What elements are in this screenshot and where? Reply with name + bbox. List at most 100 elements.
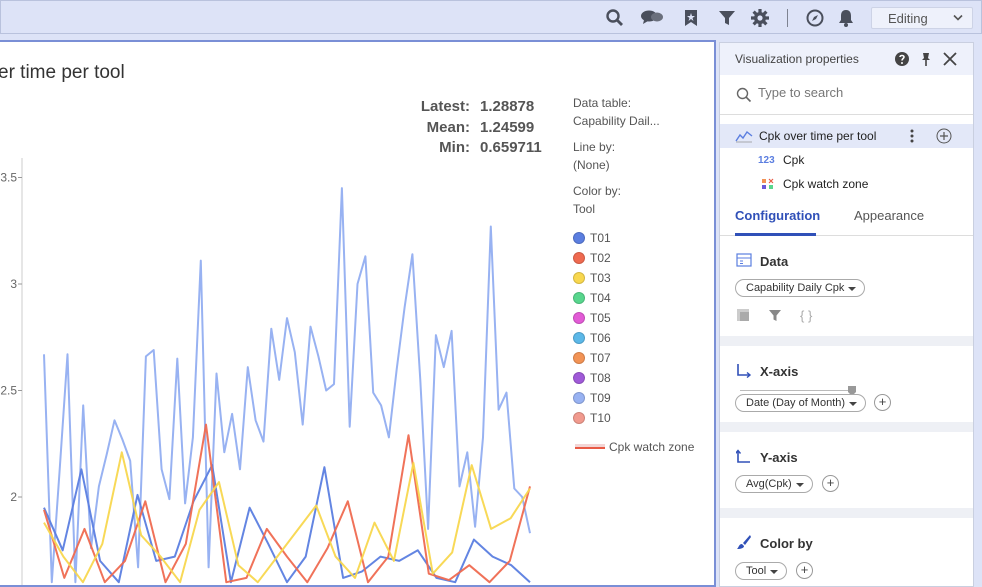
stat-label: Min: (439, 139, 470, 156)
filter-icon[interactable] (717, 8, 737, 28)
legend-color-swatch (573, 272, 585, 284)
section-title: Y-axis (760, 450, 798, 465)
series-line-t09[interactable] (43, 187, 531, 584)
bookmark-icon[interactable] (681, 8, 701, 28)
legend-item-t05[interactable]: T05 (573, 308, 713, 328)
add-x-axis-column-button[interactable]: + (874, 394, 891, 411)
legend-item-t01[interactable]: T01 (573, 228, 713, 248)
panel-header: Visualization properties (720, 43, 973, 75)
legend-line-by-value[interactable]: (None) (573, 156, 713, 174)
line-chart-icon (735, 130, 753, 143)
tree-item-cpk[interactable]: 123 Cpk (720, 148, 973, 172)
panel-title: Visualization properties (735, 52, 859, 66)
legend-color-swatch (573, 252, 585, 264)
stat-mean: Mean: 1.24599 (380, 119, 544, 140)
search-icon[interactable] (605, 8, 625, 28)
series-line-t03[interactable] (43, 451, 531, 584)
tab-appearance[interactable]: Appearance (854, 208, 924, 223)
data-limiting-icon[interactable] (735, 307, 751, 323)
legend-item-t02[interactable]: T02 (573, 248, 713, 268)
legend-color-swatch (573, 372, 585, 384)
panel-tabs: Configuration Appearance (720, 200, 973, 236)
data-table-selector[interactable]: Capability Daily Cpk (735, 279, 866, 297)
x-axis-icon (737, 364, 752, 378)
legend-item-t07[interactable]: T07 (573, 348, 713, 368)
statistics-summary: Latest: 1.28878 Mean: 1.24599 Min: 0.659711 (380, 98, 544, 160)
top-toolbar: Editing (0, 0, 982, 34)
legend-item-label: T10 (590, 411, 611, 425)
search-input[interactable] (758, 85, 958, 100)
stat-value: 1.24599 (480, 118, 535, 136)
add-layer-icon[interactable] (936, 128, 952, 144)
y-axis-tick-label: 2 (10, 490, 17, 504)
tree-item-visualization[interactable]: Cpk over time per tool (720, 124, 973, 148)
legend-item-t10[interactable]: T10 (573, 408, 713, 428)
comments-icon[interactable] (640, 8, 664, 28)
color-by-column-selector[interactable]: Tool (735, 562, 788, 580)
stat-label: Latest: (420, 98, 470, 115)
legend-item-t06[interactable]: T06 (573, 328, 713, 348)
tree-item-label: Cpk over time per tool (759, 129, 877, 143)
legend-color-swatch (573, 312, 585, 324)
add-color-by-column-button[interactable]: + (796, 562, 813, 579)
filter-icon[interactable] (767, 307, 783, 323)
visualization-canvas[interactable]: er time per tool 3.5 3 2.5 2 Latest: 1.28878… (0, 40, 716, 587)
stat-label: Mean: (426, 118, 470, 136)
settings-icon[interactable] (750, 8, 770, 28)
legend-color-swatch (573, 392, 585, 404)
section-title: Color by (760, 536, 813, 551)
add-y-axis-column-button[interactable]: + (822, 475, 839, 492)
y-axis-tick-label: 3 (10, 277, 17, 291)
y-axis-column-selector[interactable]: Avg(Cpk) (735, 475, 813, 493)
legend-data-table-value[interactable]: Capability Dail... (573, 112, 713, 130)
legend-item-t08[interactable]: T08 (573, 368, 713, 388)
legend-color-swatch (573, 232, 585, 244)
legend-color-swatch (573, 292, 585, 304)
legend-item-label: T08 (590, 371, 611, 385)
visualization-properties-panel: Visualization properties Cpk over time p… (719, 42, 974, 587)
slider-track (740, 390, 855, 391)
paint-brush-icon (737, 535, 751, 549)
legend-line-by-label: Line by: (573, 140, 616, 154)
expression-icon[interactable]: { } (800, 308, 812, 323)
section-title: X-axis (760, 364, 799, 379)
chevron-down-icon (953, 14, 963, 21)
legend-data-table-label: Data table: (573, 96, 632, 110)
x-axis-column-selector[interactable]: Date (Day of Month) (735, 394, 867, 412)
mode-select[interactable]: Editing (871, 7, 973, 29)
more-options-icon[interactable] (906, 129, 918, 143)
legend-item-label: T07 (590, 351, 611, 365)
legend-color-by-value[interactable]: Tool (573, 200, 713, 218)
data-table-icon (736, 253, 752, 267)
help-icon[interactable] (894, 51, 910, 67)
property-search (720, 75, 973, 115)
tab-configuration[interactable]: Configuration (735, 208, 820, 223)
y-axis-tick-label: 3.5 (0, 171, 17, 185)
legend-item-label: T03 (590, 271, 611, 285)
legend-color-swatch (573, 332, 585, 344)
compass-icon[interactable] (805, 8, 825, 28)
legend-item-t09[interactable]: T09 (573, 388, 713, 408)
tree-item-label: Cpk (783, 153, 805, 167)
pin-icon[interactable] (918, 51, 934, 67)
tree-item-label: Cpk watch zone (783, 177, 869, 191)
legend-color-swatch (573, 412, 585, 424)
close-icon[interactable] (942, 51, 958, 67)
legend-item-label: T09 (590, 391, 611, 405)
stat-value: 1.28878 (480, 98, 535, 115)
legend-item-label: T01 (590, 231, 611, 245)
legend-item-label: T05 (590, 311, 611, 325)
legend-item-label: T04 (590, 291, 611, 305)
notifications-icon[interactable] (836, 8, 856, 28)
legend-watch-zone[interactable]: Cpk watch zone (575, 440, 713, 454)
mode-select-value: Editing (888, 11, 928, 26)
legend-item-t03[interactable]: T03 (573, 268, 713, 288)
stat-latest: Latest: 1.28878 (380, 98, 544, 119)
legend-item-label: T02 (590, 251, 611, 265)
section-x-axis: X-axis Date (Day of Month) + (720, 346, 973, 432)
legend-item-t04[interactable]: T04 (573, 288, 713, 308)
legend-items: T01 T02 T03 T04 T05 T06 T07 T08 T09 T10 (573, 228, 713, 428)
section-color-by: Color by Tool + (720, 518, 973, 586)
series-line-t01[interactable] (43, 464, 531, 584)
tree-item-watch-zone[interactable]: Cpk watch zone (720, 172, 973, 196)
